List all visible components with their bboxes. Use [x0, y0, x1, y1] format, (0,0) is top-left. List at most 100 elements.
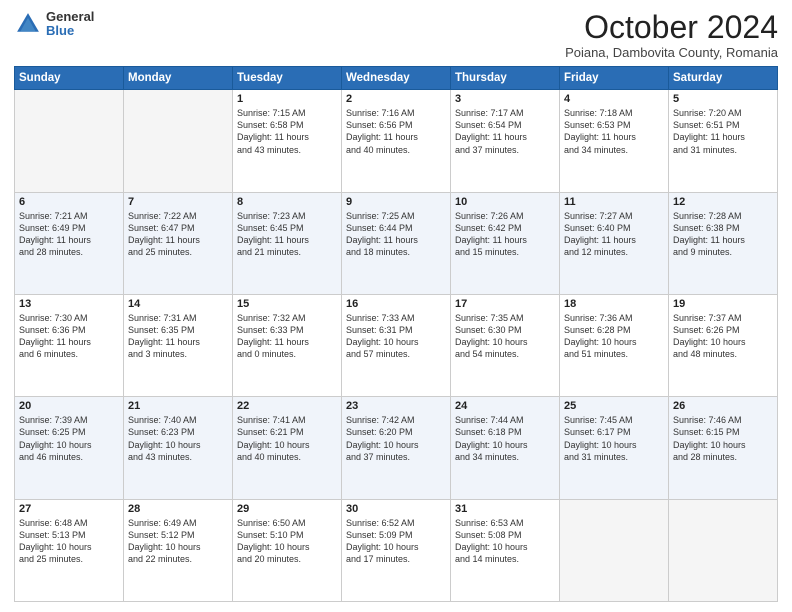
calendar-cell [560, 499, 669, 601]
day-number: 12 [673, 196, 773, 208]
logo: General Blue [14, 10, 94, 39]
day-number: 13 [19, 298, 119, 310]
day-number: 6 [19, 196, 119, 208]
day-number: 25 [564, 400, 664, 412]
title-block: October 2024 Poiana, Dambovita County, R… [565, 10, 778, 60]
day-number: 21 [128, 400, 228, 412]
day-number: 17 [455, 298, 555, 310]
day-number: 20 [19, 400, 119, 412]
calendar-cell: 28Sunrise: 6:49 AMSunset: 5:12 PMDayligh… [124, 499, 233, 601]
cell-info: Sunrise: 7:44 AMSunset: 6:18 PMDaylight:… [455, 414, 555, 463]
cell-info: Sunrise: 7:23 AMSunset: 6:45 PMDaylight:… [237, 210, 337, 259]
cell-info: Sunrise: 6:49 AMSunset: 5:12 PMDaylight:… [128, 517, 228, 566]
day-number: 31 [455, 503, 555, 515]
calendar-cell: 27 Sunrise: 6:48 AMSunset: 5:13 PMDayligh… [15, 499, 124, 601]
cell-info: Sunrise: 6:52 AMSunset: 5:09 PMDaylight:… [346, 517, 446, 566]
cell-info: Sunrise: 7:33 AMSunset: 6:31 PMDaylight:… [346, 312, 446, 361]
cell-info: Sunrise: 7:15 AMSunset: 6:58 PMDaylight:… [237, 107, 337, 156]
calendar-cell [124, 90, 233, 192]
day-of-week-header: Thursday [451, 67, 560, 90]
day-number: 4 [564, 93, 664, 105]
cell-info: Sunrise: 7:28 AMSunset: 6:38 PMDaylight:… [673, 210, 773, 259]
calendar-week-row: 13 Sunrise: 7:30 AMSunset: 6:36 PMDayligh… [15, 294, 778, 396]
calendar-cell: 22 Sunrise: 7:41 AMSunset: 6:21 PMDayligh… [233, 397, 342, 499]
calendar-cell: 31 Sunrise: 6:53 AMSunset: 5:08 PMDayligh… [451, 499, 560, 601]
cell-info: Sunrise: 7:40 AMSunset: 6:23 PMDaylight:… [128, 414, 228, 463]
day-of-week-header: Monday [124, 67, 233, 90]
calendar-cell [15, 90, 124, 192]
day-number: 29 [237, 503, 337, 515]
header-row: SundayMondayTuesdayWednesdayThursdayFrid… [15, 67, 778, 90]
day-number: 27 [19, 503, 119, 515]
calendar-cell: 10Sunrise: 7:26 AMSunset: 6:42 PMDayligh… [451, 192, 560, 294]
day-number: 14 [128, 298, 228, 310]
day-number: 19 [673, 298, 773, 310]
day-number: 16 [346, 298, 446, 310]
calendar-cell: 13 Sunrise: 7:30 AMSunset: 6:36 PMDayligh… [15, 294, 124, 396]
cell-info: Sunrise: 7:17 AMSunset: 6:54 PMDaylight:… [455, 107, 555, 156]
cell-info: Sunrise: 6:53 AMSunset: 5:08 PMDaylight:… [455, 517, 555, 566]
cell-info: Sunrise: 7:42 AMSunset: 6:20 PMDaylight:… [346, 414, 446, 463]
day-number: 1 [237, 93, 337, 105]
day-number: 30 [346, 503, 446, 515]
cell-info: Sunrise: 7:41 AMSunset: 6:21 PMDaylight:… [237, 414, 337, 463]
calendar-week-row: 1 Sunrise: 7:15 AMSunset: 6:58 PMDaylight… [15, 90, 778, 192]
calendar-cell [669, 499, 778, 601]
day-number: 9 [346, 196, 446, 208]
cell-info: Sunrise: 7:31 AMSunset: 6:35 PMDaylight:… [128, 312, 228, 361]
cell-info: Sunrise: 7:37 AMSunset: 6:26 PMDaylight:… [673, 312, 773, 361]
header: General Blue October 2024 Poiana, Dambov… [14, 10, 778, 60]
day-number: 24 [455, 400, 555, 412]
day-number: 18 [564, 298, 664, 310]
cell-info: Sunrise: 7:22 AMSunset: 6:47 PMDaylight:… [128, 210, 228, 259]
calendar-cell: 5Sunrise: 7:20 AMSunset: 6:51 PMDaylight… [669, 90, 778, 192]
month-title: October 2024 [565, 10, 778, 45]
location-subtitle: Poiana, Dambovita County, Romania [565, 45, 778, 60]
day-number: 3 [455, 93, 555, 105]
day-number: 5 [673, 93, 773, 105]
cell-info: Sunrise: 6:50 AMSunset: 5:10 PMDaylight:… [237, 517, 337, 566]
calendar-week-row: 20 Sunrise: 7:39 AMSunset: 6:25 PMDayligh… [15, 397, 778, 499]
calendar-cell: 30 Sunrise: 6:52 AMSunset: 5:09 PMDayligh… [342, 499, 451, 601]
calendar-cell: 23 Sunrise: 7:42 AMSunset: 6:20 PMDayligh… [342, 397, 451, 499]
day-number: 8 [237, 196, 337, 208]
calendar-cell: 8 Sunrise: 7:23 AMSunset: 6:45 PMDaylight… [233, 192, 342, 294]
cell-info: Sunrise: 7:25 AMSunset: 6:44 PMDaylight:… [346, 210, 446, 259]
calendar-cell: 11Sunrise: 7:27 AMSunset: 6:40 PMDayligh… [560, 192, 669, 294]
cell-info: Sunrise: 7:26 AMSunset: 6:42 PMDaylight:… [455, 210, 555, 259]
calendar-cell: 1 Sunrise: 7:15 AMSunset: 6:58 PMDaylight… [233, 90, 342, 192]
day-of-week-header: Sunday [15, 67, 124, 90]
cell-info: Sunrise: 7:18 AMSunset: 6:53 PMDaylight:… [564, 107, 664, 156]
day-number: 11 [564, 196, 664, 208]
logo-general-text: General [46, 10, 94, 24]
calendar-cell: 20 Sunrise: 7:39 AMSunset: 6:25 PMDayligh… [15, 397, 124, 499]
calendar-cell: 14 Sunrise: 7:31 AMSunset: 6:35 PMDayligh… [124, 294, 233, 396]
calendar-week-row: 27 Sunrise: 6:48 AMSunset: 5:13 PMDayligh… [15, 499, 778, 601]
calendar-cell: 3 Sunrise: 7:17 AMSunset: 6:54 PMDaylight… [451, 90, 560, 192]
cell-info: Sunrise: 7:39 AMSunset: 6:25 PMDaylight:… [19, 414, 119, 463]
day-number: 22 [237, 400, 337, 412]
day-of-week-header: Saturday [669, 67, 778, 90]
calendar-cell: 2 Sunrise: 7:16 AMSunset: 6:56 PMDaylight… [342, 90, 451, 192]
calendar-cell: 6Sunrise: 7:21 AMSunset: 6:49 PMDaylight… [15, 192, 124, 294]
calendar-cell: 9 Sunrise: 7:25 AMSunset: 6:44 PMDaylight… [342, 192, 451, 294]
logo-text: General Blue [46, 10, 94, 39]
calendar-cell: 19 Sunrise: 7:37 AMSunset: 6:26 PMDayligh… [669, 294, 778, 396]
calendar-cell: 7Sunrise: 7:22 AMSunset: 6:47 PMDaylight… [124, 192, 233, 294]
calendar-cell: 26Sunrise: 7:46 AMSunset: 6:15 PMDayligh… [669, 397, 778, 499]
day-number: 23 [346, 400, 446, 412]
cell-info: Sunrise: 7:45 AMSunset: 6:17 PMDaylight:… [564, 414, 664, 463]
calendar-cell: 15Sunrise: 7:32 AMSunset: 6:33 PMDayligh… [233, 294, 342, 396]
cell-info: Sunrise: 7:30 AMSunset: 6:36 PMDaylight:… [19, 312, 119, 361]
cell-info: Sunrise: 7:16 AMSunset: 6:56 PMDaylight:… [346, 107, 446, 156]
day-number: 2 [346, 93, 446, 105]
calendar-week-row: 6Sunrise: 7:21 AMSunset: 6:49 PMDaylight… [15, 192, 778, 294]
calendar-cell: 25 Sunrise: 7:45 AMSunset: 6:17 PMDayligh… [560, 397, 669, 499]
page: General Blue October 2024 Poiana, Dambov… [0, 0, 792, 612]
calendar-cell: 4 Sunrise: 7:18 AMSunset: 6:53 PMDaylight… [560, 90, 669, 192]
calendar-cell: 21 Sunrise: 7:40 AMSunset: 6:23 PMDayligh… [124, 397, 233, 499]
cell-info: Sunrise: 7:32 AMSunset: 6:33 PMDaylight:… [237, 312, 337, 361]
day-of-week-header: Tuesday [233, 67, 342, 90]
calendar-cell: 16 Sunrise: 7:33 AMSunset: 6:31 PMDayligh… [342, 294, 451, 396]
cell-info: Sunrise: 6:48 AMSunset: 5:13 PMDaylight:… [19, 517, 119, 566]
